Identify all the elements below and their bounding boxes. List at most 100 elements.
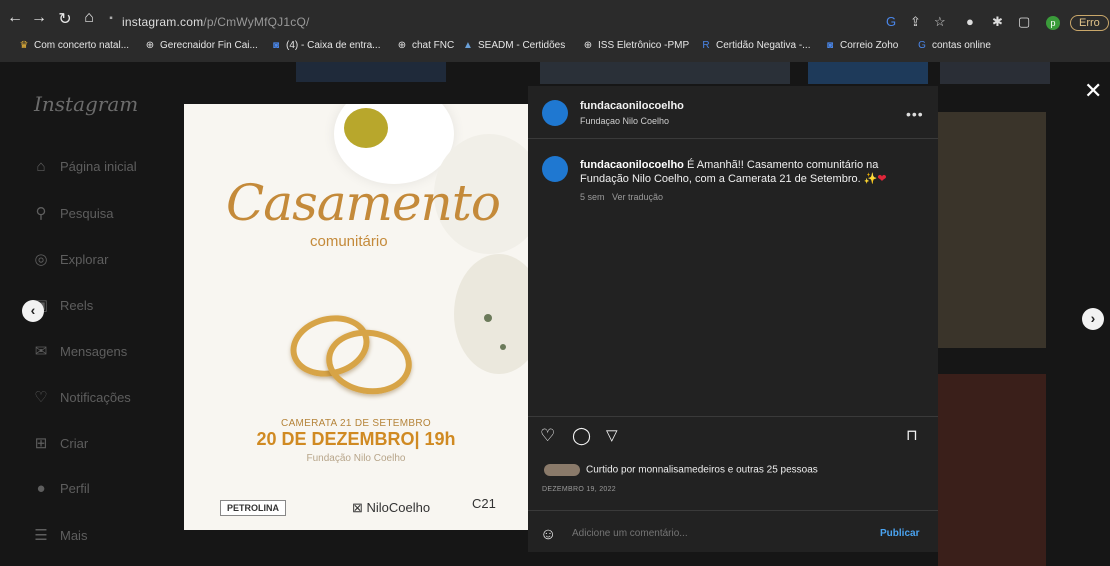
previous-post-button[interactable]: ‹ bbox=[22, 300, 44, 322]
next-post-button[interactable]: › bbox=[1082, 308, 1104, 330]
sidebar-item-notifications[interactable]: ♡ Notificações bbox=[30, 388, 131, 406]
author-username[interactable]: fundacaonilocoelho bbox=[580, 100, 684, 112]
caption-meta: 5 sem Ver tradução bbox=[580, 192, 663, 202]
caption-username[interactable]: fundacaonilocoelho bbox=[580, 159, 684, 171]
daisy-center bbox=[344, 108, 388, 148]
author-avatar[interactable] bbox=[542, 100, 568, 126]
likes-text: Curtido por monnalisamedeiros e outras 2… bbox=[586, 464, 818, 476]
share-send-icon[interactable]: ▽ bbox=[606, 426, 618, 444]
sidebar-item-label: Página inicial bbox=[60, 159, 137, 174]
post-venue: Fundação Nilo Coelho bbox=[306, 453, 406, 464]
flower-bouquet bbox=[454, 254, 528, 374]
google-lens-icon[interactable]: G bbox=[886, 14, 896, 29]
address-bar[interactable]: instagram.com/p/CmWyMfQJ1cQ/ bbox=[122, 15, 310, 29]
bookmark-item[interactable]: ♛ Com concerto natal... bbox=[18, 40, 130, 51]
sidepanel-icon[interactable]: ▢ bbox=[1018, 14, 1030, 30]
bookmark-label: Correio Zoho bbox=[840, 40, 899, 51]
messenger-icon: ✉ bbox=[34, 343, 48, 360]
bookmark-item[interactable]: ⊕ chat FNC bbox=[396, 40, 454, 51]
forward-icon[interactable]: → bbox=[30, 9, 48, 27]
likes-summary[interactable]: Curtido por monnalisamedeiros e outras 2… bbox=[544, 464, 818, 476]
bookmark-label: Com concerto natal... bbox=[34, 40, 130, 51]
extensions-puzzle-icon[interactable]: ✱ bbox=[992, 14, 1003, 30]
publish-button[interactable]: Publicar bbox=[880, 528, 919, 539]
bookmark-label: Gerecnaidor Fin Cai... bbox=[160, 40, 258, 51]
url-path: /p/CmWyMfQJ1cQ/ bbox=[203, 15, 310, 29]
globe-icon: ⊕ bbox=[397, 40, 407, 51]
back-icon[interactable]: ← bbox=[6, 9, 24, 27]
sidebar-item-label: Explorar bbox=[60, 252, 109, 267]
sidebar-item-create[interactable]: ⊞ Criar bbox=[30, 434, 88, 452]
menu-icon: ☰ bbox=[34, 527, 48, 544]
caption-avatar[interactable] bbox=[542, 156, 568, 182]
close-icon[interactable]: ✕ bbox=[1084, 78, 1102, 104]
share-icon[interactable]: ⇪ bbox=[910, 14, 921, 30]
sidebar-item-explore[interactable]: ◎ Explorar bbox=[30, 250, 108, 268]
background-tile bbox=[540, 62, 790, 84]
liker-avatars bbox=[544, 464, 580, 476]
profile-avatar[interactable]: p bbox=[1046, 16, 1060, 30]
building-icon: ▲ bbox=[463, 40, 473, 51]
heart-icon: ♡ bbox=[34, 389, 48, 406]
post-date: DEZEMBRO 19, 2022 bbox=[542, 486, 616, 493]
mail-icon: ◙ bbox=[272, 40, 280, 51]
sidebar-item-label: Notificações bbox=[60, 390, 131, 405]
bookmarks-bar: ♛ Com concerto natal... ⊕ Gerecnaidor Fin … bbox=[14, 40, 1110, 58]
sidebar-item-messages[interactable]: ✉ Mensagens bbox=[30, 342, 128, 360]
sidebar-item-more[interactable]: ☰ Mais bbox=[30, 526, 87, 544]
background-tile bbox=[938, 374, 1046, 566]
bookmark-label: ISS Eletrônico -PMP bbox=[598, 40, 690, 51]
comment-icon[interactable]: ◯ bbox=[572, 426, 591, 446]
bookmark-item[interactable]: Gcontas online bbox=[916, 40, 991, 51]
extension-camera-icon[interactable]: ● bbox=[966, 14, 974, 29]
site-info-icon[interactable]: ▪ bbox=[102, 13, 120, 24]
nilo-mark-icon: ⊠ bbox=[352, 500, 367, 515]
like-heart-icon[interactable]: ♡ bbox=[540, 426, 555, 446]
bookmark-item[interactable]: ⊕ Gerecnaidor Fin Cai... bbox=[144, 40, 258, 51]
reload-icon[interactable]: ↻ bbox=[56, 9, 74, 29]
author-account-name: Fundaçao Nilo Coelho bbox=[580, 116, 670, 126]
background-tile bbox=[808, 62, 928, 84]
bookmark-item[interactable]: ⊕ ISS Eletrônico -PMP bbox=[582, 40, 689, 51]
home-browser-icon[interactable]: ⌂ bbox=[80, 9, 98, 27]
bookmark-item[interactable]: ▲ SEADM - Certidões bbox=[462, 40, 565, 51]
r-icon: R bbox=[702, 40, 710, 51]
emoji-picker-icon[interactable]: ☺ bbox=[540, 526, 556, 544]
see-translation-link[interactable]: Ver tradução bbox=[612, 192, 663, 202]
bookmark-label: SEADM - Certidões bbox=[478, 40, 566, 51]
plus-icon: ⊞ bbox=[34, 435, 48, 452]
bud bbox=[484, 314, 492, 322]
compass-icon: ◎ bbox=[34, 251, 48, 268]
crown-icon: ♛ bbox=[19, 40, 29, 51]
bookmark-label: contas online bbox=[932, 40, 991, 51]
time-ago: 5 sem bbox=[580, 192, 605, 202]
sidebar-item-profile[interactable]: ● Perfil bbox=[30, 480, 90, 497]
sidebar-item-label: Perfil bbox=[60, 481, 90, 496]
c21-logo: C21 bbox=[472, 496, 496, 511]
petrolina-logo: PETROLINA bbox=[220, 500, 287, 516]
post-camerata: CAMERATA 21 DE SETEMBRO bbox=[281, 418, 431, 429]
bookmark-label: (4) - Caixa de entra... bbox=[286, 40, 381, 51]
post-image[interactable]: Casamento comunitário CAMERATA 21 DE SET… bbox=[184, 104, 528, 530]
globe-icon: ⊕ bbox=[145, 40, 155, 51]
background-tile bbox=[296, 62, 446, 82]
sidebar-item-label: Mensagens bbox=[60, 344, 128, 359]
home-icon: ⌂ bbox=[36, 158, 46, 175]
nilo-logo-label: NiloCoelho bbox=[366, 500, 431, 515]
sidebar-item-home[interactable]: ⌂ Página inicial bbox=[30, 158, 137, 175]
more-options-icon[interactable]: ••• bbox=[906, 106, 924, 122]
google-icon: G bbox=[918, 40, 926, 51]
bookmark-item[interactable]: ◙ Correio Zoho bbox=[824, 40, 898, 51]
post-caption: fundacaonilocoelho É Amanhã!! Casamento … bbox=[580, 158, 910, 186]
nilo-coelho-logo: ⊠ NiloCoelho bbox=[352, 500, 430, 516]
bookmark-item[interactable]: ◙ (4) - Caixa de entra... bbox=[270, 40, 381, 51]
star-icon[interactable]: ☆ bbox=[934, 14, 946, 30]
bookmark-item[interactable]: R Certidão Negativa -... bbox=[700, 40, 810, 51]
instagram-logo[interactable]: Instagram bbox=[34, 92, 138, 116]
background-tile bbox=[938, 112, 1046, 348]
comment-input[interactable] bbox=[572, 528, 852, 539]
sidebar-item-search[interactable]: ⚲ Pesquisa bbox=[30, 204, 114, 222]
error-badge[interactable]: Erro bbox=[1070, 15, 1109, 31]
mail-icon: ◙ bbox=[826, 40, 834, 51]
bookmark-save-icon[interactable]: ⊓ bbox=[906, 426, 918, 444]
